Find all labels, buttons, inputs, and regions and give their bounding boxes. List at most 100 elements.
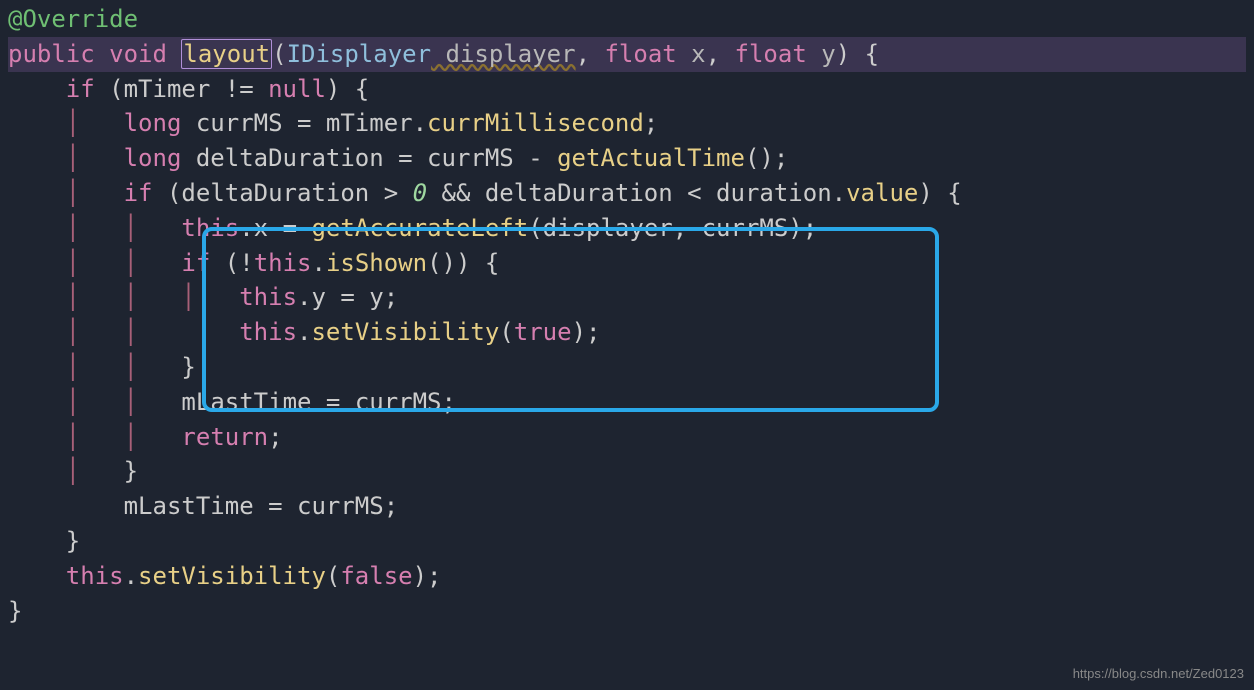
keyword-if: if bbox=[181, 249, 210, 277]
pre: (! bbox=[210, 249, 253, 277]
keyword-true: true bbox=[514, 318, 572, 346]
member-value: value bbox=[846, 179, 918, 207]
keyword-void: void bbox=[109, 40, 167, 68]
indent-guide: │ bbox=[66, 283, 80, 311]
code-line-7: │ │ this.x = getAccurateLeft(displayer, … bbox=[8, 211, 1246, 246]
brace: } bbox=[66, 527, 80, 555]
dot: . bbox=[124, 562, 138, 590]
cond-mid: && deltaDuration < duration. bbox=[427, 179, 846, 207]
keyword-this: this bbox=[239, 283, 297, 311]
brace: } bbox=[181, 353, 195, 381]
indent-guide3 bbox=[181, 318, 195, 346]
keyword-if: if bbox=[124, 179, 153, 207]
code-line-2: public void layout(IDisplayer displayer,… bbox=[8, 37, 1246, 72]
code-line-16: } bbox=[8, 524, 1246, 559]
method: isShown bbox=[326, 249, 427, 277]
cond: (mTimer != bbox=[95, 75, 268, 103]
end: ); bbox=[413, 562, 442, 590]
indent-guide2: │ bbox=[124, 318, 138, 346]
comma: , bbox=[576, 40, 605, 68]
member: currMillisecond bbox=[427, 109, 644, 137]
indent-guide2: │ bbox=[124, 353, 138, 381]
text: mLastTime = currMS; bbox=[124, 492, 399, 520]
method: getActualTime bbox=[557, 144, 745, 172]
code-line-17: this.setVisibility(false); bbox=[8, 559, 1246, 594]
number-zero: 0 bbox=[413, 179, 427, 207]
indent-guide2: │ bbox=[124, 423, 138, 451]
code-line-8: │ │ if (!this.isShown()) { bbox=[8, 246, 1246, 281]
end: ; bbox=[268, 423, 282, 451]
code-line-18: } bbox=[8, 594, 1246, 629]
method-name-layout: layout bbox=[181, 39, 272, 69]
lparen: ( bbox=[326, 562, 340, 590]
code-line-9: │ │ │ this.y = y; bbox=[8, 280, 1246, 315]
keyword-this: this bbox=[66, 562, 124, 590]
code-line-3: if (mTimer != null) { bbox=[8, 72, 1246, 107]
code-line-11: │ │ } bbox=[8, 350, 1246, 385]
cond-pre: (deltaDuration > bbox=[153, 179, 413, 207]
annotation: @Override bbox=[8, 5, 138, 33]
param-displayer: displayer bbox=[431, 40, 576, 68]
end: ); bbox=[572, 318, 601, 346]
dot: . bbox=[297, 318, 311, 346]
method: setVisibility bbox=[138, 562, 326, 590]
text: mLastTime = currMS; bbox=[181, 388, 456, 416]
code-line-10: │ │ this.setVisibility(true); bbox=[8, 315, 1246, 350]
end: ; bbox=[644, 109, 658, 137]
end: ()) { bbox=[427, 249, 499, 277]
code-line-6: │ if (deltaDuration > 0 && deltaDuration… bbox=[8, 176, 1246, 211]
indent-guide2: │ bbox=[124, 283, 138, 311]
keyword-public: public bbox=[8, 40, 95, 68]
code-line-13: │ │ return; bbox=[8, 420, 1246, 455]
brace: } bbox=[124, 457, 138, 485]
code-line-14: │ } bbox=[8, 454, 1246, 489]
keyword-null: null bbox=[268, 75, 326, 103]
keyword-if: if bbox=[66, 75, 95, 103]
indent-guide2: │ bbox=[124, 388, 138, 416]
lparen: ( bbox=[272, 40, 286, 68]
brace: } bbox=[8, 597, 22, 625]
end: ) { bbox=[326, 75, 369, 103]
indent-guide2: │ bbox=[124, 214, 138, 242]
type-idisplayer: IDisplayer bbox=[287, 40, 432, 68]
end: (); bbox=[745, 144, 788, 172]
indent-guide: │ bbox=[66, 144, 80, 172]
indent-guide: │ bbox=[66, 388, 80, 416]
indent-guide: │ bbox=[66, 353, 80, 381]
code-editor: @Override public void layout(IDisplayer … bbox=[8, 2, 1246, 628]
args: (displayer, currMS); bbox=[528, 214, 817, 242]
watermark: https://blog.csdn.net/Zed0123 bbox=[1073, 665, 1244, 684]
code-line-4: │ long currMS = mTimer.currMillisecond; bbox=[8, 106, 1246, 141]
code-line-1: @Override bbox=[8, 2, 1246, 37]
var: deltaDuration = currMS - bbox=[181, 144, 557, 172]
keyword-false: false bbox=[340, 562, 412, 590]
var: currMS = mTimer. bbox=[181, 109, 427, 137]
indent-guide: │ bbox=[66, 214, 80, 242]
comma2: , bbox=[706, 40, 735, 68]
code-line-12: │ │ mLastTime = currMS; bbox=[8, 385, 1246, 420]
type-float2: float bbox=[735, 40, 807, 68]
lparen: ( bbox=[499, 318, 513, 346]
code-line-15: mLastTime = currMS; bbox=[8, 489, 1246, 524]
keyword-return: return bbox=[181, 423, 268, 451]
indent-guide: │ bbox=[66, 179, 80, 207]
indent-guide3: │ bbox=[181, 283, 195, 311]
type-float1: float bbox=[604, 40, 676, 68]
end: ) { bbox=[918, 179, 961, 207]
indent-guide: │ bbox=[66, 249, 80, 277]
keyword-this: this bbox=[239, 318, 297, 346]
method: setVisibility bbox=[311, 318, 499, 346]
indent-guide: │ bbox=[66, 457, 80, 485]
indent-guide: │ bbox=[66, 423, 80, 451]
param-x: x bbox=[677, 40, 706, 68]
dotx: .x = bbox=[239, 214, 311, 242]
dot: . bbox=[311, 249, 325, 277]
indent-guide bbox=[66, 492, 80, 520]
keyword-long: long bbox=[124, 144, 182, 172]
rparen-brace: ) { bbox=[836, 40, 879, 68]
indent-guide: │ bbox=[66, 318, 80, 346]
param-y: y bbox=[807, 40, 836, 68]
keyword-long: long bbox=[124, 109, 182, 137]
keyword-this: this bbox=[254, 249, 312, 277]
indent-guide: │ bbox=[66, 109, 80, 137]
